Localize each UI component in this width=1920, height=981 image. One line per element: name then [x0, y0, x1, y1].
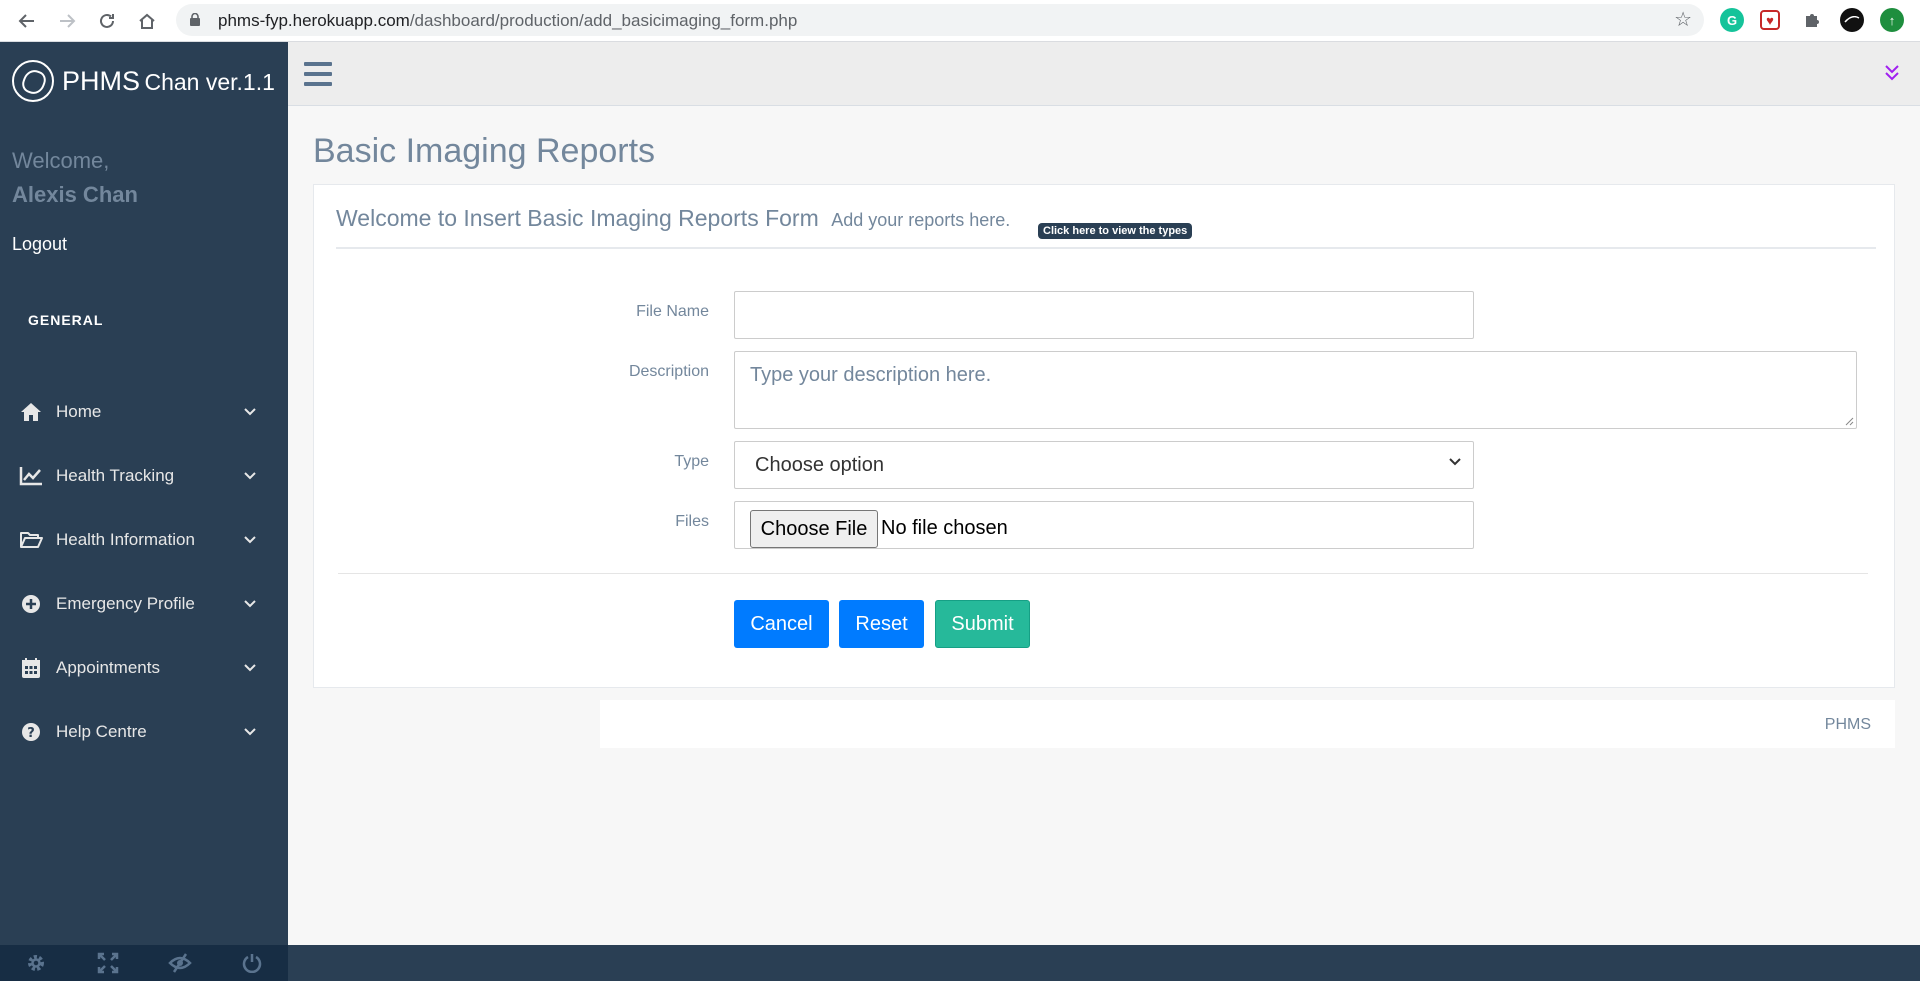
power-icon[interactable]: [216, 945, 288, 981]
chevron-down-icon: [244, 408, 258, 416]
form-panel: Welcome to Insert Basic Imaging Reports …: [313, 184, 1895, 688]
user-name: Alexis Chan: [12, 182, 138, 207]
chevron-down-icon: [244, 600, 258, 608]
sidebar-item-health-information[interactable]: Health Information: [0, 518, 288, 562]
panel-subtitle: Add your reports here.: [831, 210, 1011, 230]
line-chart-icon: [18, 464, 44, 488]
url-host: phms-fyp.herokuapp.com: [218, 11, 410, 30]
bottom-bar: [288, 945, 1920, 981]
bookmark-star-icon[interactable]: ☆: [1674, 7, 1692, 32]
menu-section-title: GENERAL: [28, 312, 104, 328]
brand-logo-icon: [12, 60, 54, 102]
type-select[interactable]: Choose option: [734, 441, 1474, 489]
grammarly-icon[interactable]: G: [1720, 8, 1744, 32]
reset-button[interactable]: Reset: [839, 600, 924, 648]
chevron-down-icon: [1449, 458, 1461, 466]
sidebar-footer: [0, 945, 288, 981]
resize-grip-icon[interactable]: [1844, 416, 1854, 426]
chevron-down-icon: [244, 472, 258, 480]
brand-name: PHMS: [62, 65, 141, 96]
sidebar-item-home[interactable]: Home: [0, 390, 288, 434]
brand-version: Chan ver.1.1: [144, 68, 275, 95]
view-types-badge[interactable]: Click here to view the types: [1038, 223, 1193, 239]
home-icon: [18, 400, 44, 424]
panel-title: Welcome to Insert Basic Imaging Reports …: [336, 205, 819, 231]
address-bar[interactable]: phms-fyp.herokuapp.com/dashboard/product…: [176, 4, 1704, 36]
update-arrow-icon[interactable]: ↑: [1880, 8, 1904, 32]
sidebar-item-label: Health Information: [56, 530, 195, 549]
cancel-button[interactable]: Cancel: [734, 600, 829, 648]
double-chevron-down-icon[interactable]: [1884, 64, 1900, 87]
files-label: Files: [675, 513, 709, 530]
page-title: Basic Imaging Reports: [313, 132, 656, 170]
forward-icon[interactable]: [52, 6, 82, 36]
description-placeholder: Type your description here.: [750, 364, 992, 386]
chevron-down-icon: [244, 536, 258, 544]
brand[interactable]: PHMS Chan ver.1.1: [12, 58, 275, 104]
sidebar-item-help-centre[interactable]: ? Help Centre: [0, 710, 288, 754]
pocket-extension-icon[interactable]: ♥: [1760, 10, 1780, 30]
sidebar-item-health-tracking[interactable]: Health Tracking: [0, 454, 288, 498]
file-status-text: No file chosen: [881, 517, 1008, 539]
sidebar: PHMS Chan ver.1.1 Welcome, Alexis Chan L…: [0, 42, 288, 981]
footer-text: PHMS: [1824, 716, 1871, 733]
sidebar-item-label: Home: [56, 402, 102, 421]
type-label: Type: [674, 453, 709, 470]
form-divider: [338, 573, 1868, 574]
top-navbar: [288, 42, 1920, 106]
sidebar-item-label: Emergency Profile: [56, 594, 195, 613]
extensions-puzzle-icon[interactable]: [1800, 8, 1824, 32]
welcome-text: Welcome,: [12, 148, 110, 173]
page-footer: PHMS: [600, 700, 1895, 748]
profile-avatar[interactable]: [1840, 8, 1864, 32]
chevron-down-icon: [244, 664, 258, 672]
sidebar-item-appointments[interactable]: Appointments: [0, 646, 288, 690]
choose-file-button[interactable]: Choose File: [750, 510, 878, 548]
back-icon[interactable]: [12, 6, 42, 36]
url-path: /dashboard/production/add_basicimaging_f…: [409, 11, 798, 30]
logout-link[interactable]: Logout: [12, 234, 67, 255]
panel-header: Welcome to Insert Basic Imaging Reports …: [336, 205, 1876, 249]
lock-icon: [190, 13, 200, 26]
submit-button[interactable]: Submit: [935, 600, 1030, 648]
menu-toggle-icon[interactable]: [304, 62, 332, 86]
file-name-label: File Name: [636, 303, 709, 320]
eye-slash-icon[interactable]: [144, 945, 216, 981]
folder-open-icon: [18, 528, 44, 552]
type-selected-value: Choose option: [755, 454, 884, 476]
sidebar-item-label: Help Centre: [56, 722, 147, 741]
sidebar-item-emergency-profile[interactable]: Emergency Profile: [0, 582, 288, 626]
description-textarea[interactable]: Type your description here.: [734, 351, 1857, 429]
sidebar-item-label: Health Tracking: [56, 466, 175, 485]
settings-icon[interactable]: [0, 945, 72, 981]
url-text: phms-fyp.herokuapp.com/dashboard/product…: [218, 11, 797, 31]
file-name-input[interactable]: [734, 291, 1474, 339]
browser-toolbar: phms-fyp.herokuapp.com/dashboard/product…: [0, 0, 1920, 42]
svg-text:?: ?: [27, 726, 35, 741]
sidebar-item-label: Appointments: [56, 658, 160, 677]
question-circle-icon: ?: [18, 720, 44, 744]
file-upload-field: Choose File No file chosen: [734, 501, 1474, 549]
calendar-icon: [18, 656, 44, 680]
chevron-down-icon: [244, 728, 258, 736]
plus-circle-icon: [18, 592, 44, 616]
home-page-icon[interactable]: [132, 6, 162, 36]
reload-icon[interactable]: [92, 6, 122, 36]
description-label: Description: [628, 363, 709, 380]
fullscreen-icon[interactable]: [72, 945, 144, 981]
